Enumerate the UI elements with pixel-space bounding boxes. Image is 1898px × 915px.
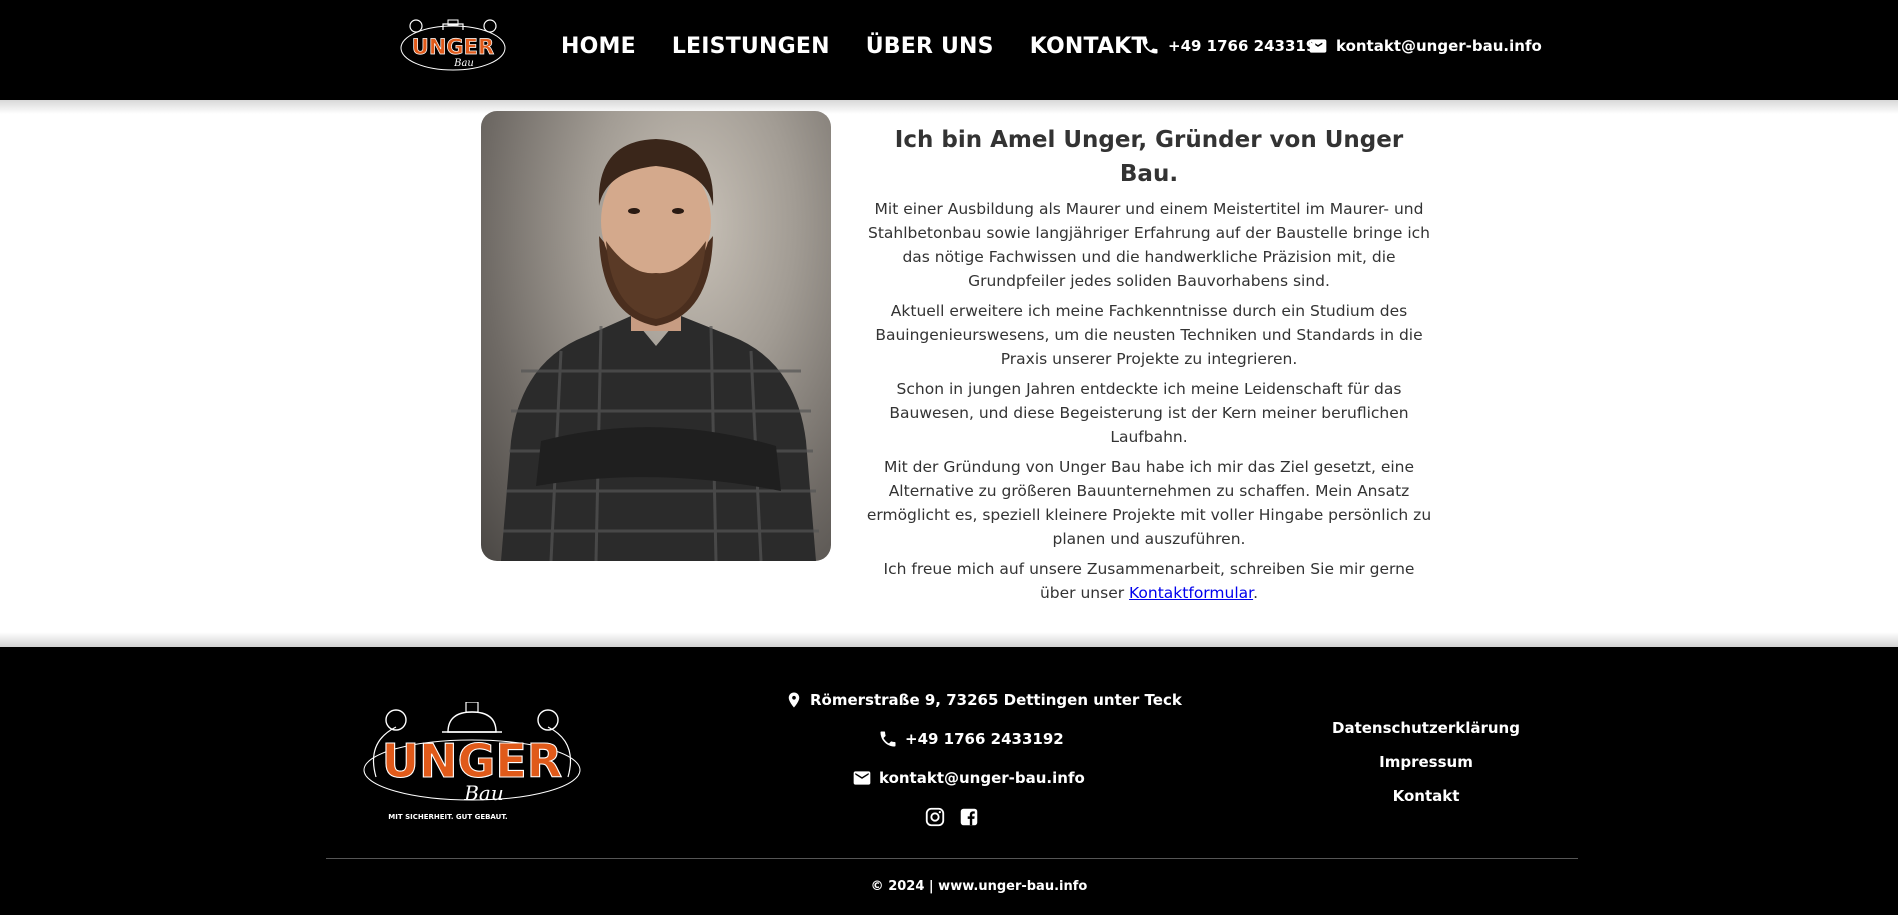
footer-address-text: Römerstraße 9, 73265 Dettingen unter Tec… xyxy=(810,691,1182,709)
header-shadow xyxy=(0,100,1898,114)
footer-divider xyxy=(326,858,1578,859)
svg-text:UNGER: UNGER xyxy=(382,734,562,788)
nav-kontakt[interactable]: KONTAKT xyxy=(1030,32,1147,62)
phone-icon xyxy=(1142,38,1158,54)
location-pin-icon xyxy=(788,692,800,708)
nav-home[interactable]: HOME xyxy=(561,32,636,62)
svg-text:Bau: Bau xyxy=(463,781,504,805)
footer-logo[interactable]: UNGER Bau MIT SICHERHEIT. GUT GEBAUT. xyxy=(356,702,588,827)
intro-paragraph-2: Aktuell erweitere ich meine Fachkenntnis… xyxy=(875,302,1423,368)
nav-ueber-uns[interactable]: ÜBER UNS xyxy=(866,32,994,62)
mail-icon xyxy=(1309,39,1327,53)
header-email-text: kontakt@unger-bau.info xyxy=(1336,37,1542,55)
footer-links: Datenschutzerklärung Impressum Kontakt xyxy=(1332,711,1520,813)
footer-phone[interactable]: +49 1766 2433192 xyxy=(878,728,1064,750)
founder-intro: Ich bin Amel Unger, Gründer von Unger Ba… xyxy=(866,123,1432,611)
footer-shadow xyxy=(0,632,1898,648)
intro-paragraph-1: Mit einer Ausbildung als Maurer und eine… xyxy=(868,200,1430,290)
link-impressum[interactable]: Impressum xyxy=(1332,745,1520,779)
facebook-icon[interactable] xyxy=(958,806,980,828)
phone-icon xyxy=(880,731,896,747)
footer-phone-text: +49 1766 2433192 xyxy=(905,730,1064,748)
intro-paragraph-5: Ich freue mich auf unsere Zusammenarbeit… xyxy=(866,557,1432,605)
logo-tagline: MIT SICHERHEIT. GUT GEBAUT. xyxy=(388,813,507,821)
footer-email-text: kontakt@unger-bau.info xyxy=(879,769,1085,787)
mail-icon xyxy=(853,771,871,785)
contact-form-link[interactable]: Kontaktformular xyxy=(1129,584,1253,602)
svg-text:Bau: Bau xyxy=(453,58,474,69)
intro-heading: Ich bin Amel Unger, Gründer von Unger Ba… xyxy=(894,127,1404,187)
header-phone[interactable]: +49 1766 2433192 xyxy=(1140,34,1327,58)
nav-leistungen[interactable]: LEISTUNGEN xyxy=(672,32,830,62)
closing-end: . xyxy=(1253,584,1259,602)
footer-email[interactable]: kontakt@unger-bau.info xyxy=(852,767,1085,789)
intro-paragraph-3: Schon in jungen Jahren entdeckte ich mei… xyxy=(889,380,1409,446)
svg-text:UNGER: UNGER xyxy=(412,35,494,59)
instagram-icon[interactable] xyxy=(924,806,946,828)
unger-bau-logo[interactable]: UNGER Bau xyxy=(398,18,508,72)
link-datenschutz[interactable]: Datenschutzerklärung xyxy=(1332,711,1520,745)
social-links xyxy=(924,806,992,828)
header-email[interactable]: kontakt@unger-bau.info xyxy=(1308,34,1542,58)
footer-address: Römerstraße 9, 73265 Dettingen unter Tec… xyxy=(785,689,1182,711)
site-footer: UNGER Bau MIT SICHERHEIT. GUT GEBAUT. Rö… xyxy=(0,647,1898,915)
link-kontakt[interactable]: Kontakt xyxy=(1332,779,1520,813)
main-nav: HOME LEISTUNGEN ÜBER UNS KONTAKT xyxy=(561,32,1183,62)
founder-portrait xyxy=(481,111,831,561)
portrait-illustration xyxy=(501,139,819,561)
copyright: © 2024 | www.unger-bau.info xyxy=(870,879,1088,894)
site-header: UNGER Bau HOME LEISTUNGEN ÜBER UNS KONTA… xyxy=(0,0,1898,100)
intro-paragraph-4: Mit der Gründung von Unger Bau habe ich … xyxy=(866,458,1432,548)
header-phone-text: +49 1766 2433192 xyxy=(1168,37,1327,55)
